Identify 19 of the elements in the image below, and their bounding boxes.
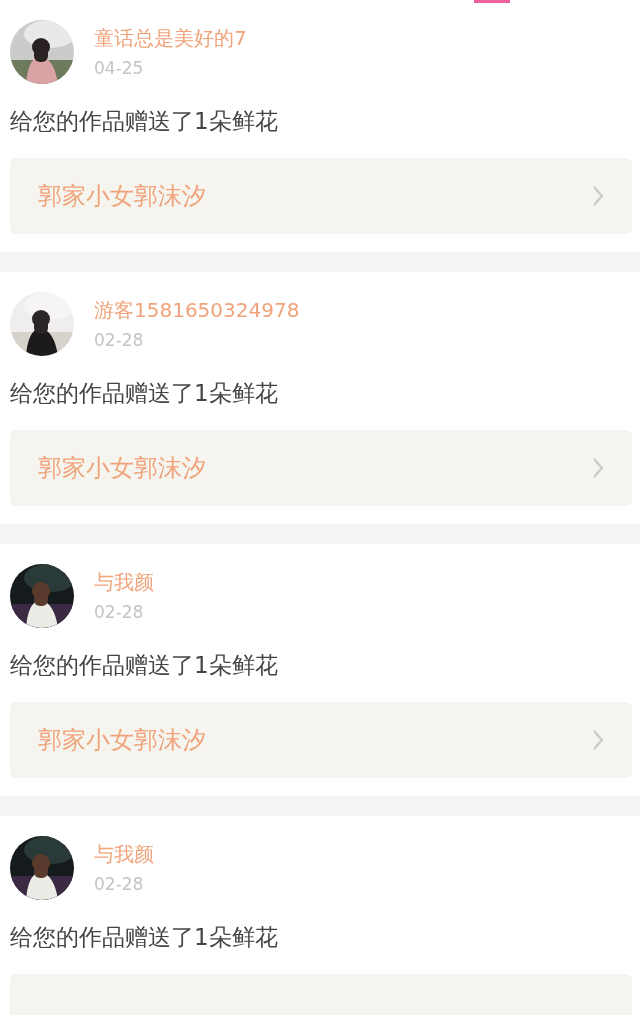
- message-text: 给您的作品赠送了1朵鲜花: [10, 923, 279, 952]
- message-text: 给您的作品赠送了1朵鲜花: [10, 379, 279, 408]
- work-link[interactable]: 郭家小女郭沫汐: [10, 702, 632, 778]
- work-link[interactable]: 郭家小女郭沫汐: [10, 158, 632, 234]
- work-link[interactable]: 郭家小女郭沫汐: [10, 430, 632, 506]
- date: 02-28: [94, 602, 145, 622]
- date: 02-28: [94, 330, 145, 350]
- date: 04-25: [94, 58, 145, 78]
- user-name[interactable]: 与我颜: [94, 842, 154, 866]
- date: 02-28: [94, 874, 145, 894]
- chevron-right-icon: [592, 185, 604, 207]
- tab-indicator: [474, 0, 510, 3]
- chevron-right-icon: [592, 729, 604, 751]
- user-name[interactable]: 游客1581650324978: [94, 298, 300, 322]
- chevron-right-icon: [592, 457, 604, 479]
- message-text: 给您的作品赠送了1朵鲜花: [10, 107, 279, 136]
- message-text: 给您的作品赠送了1朵鲜花: [10, 651, 279, 680]
- user-name[interactable]: 童话总是美好的7: [94, 26, 247, 50]
- user-name[interactable]: 与我颜: [94, 570, 154, 594]
